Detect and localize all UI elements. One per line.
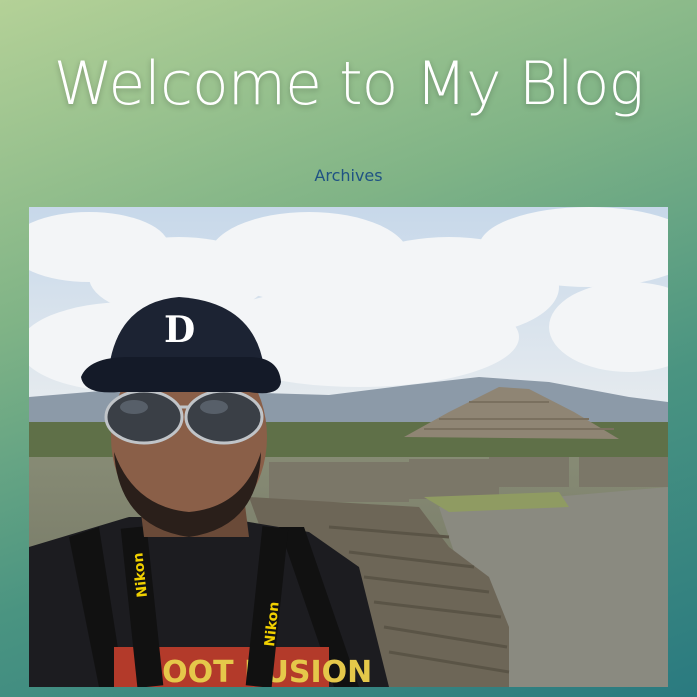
selfie-photo: ROOT FUSION Nikon Nikon D <box>29 207 668 687</box>
page-title: Welcome to My Blog <box>53 49 645 119</box>
main-nav: Archives <box>0 166 697 185</box>
cap-logo: D <box>164 309 195 351</box>
post-image[interactable]: ROOT FUSION Nikon Nikon D <box>29 207 668 687</box>
nav-link-archives[interactable]: Archives <box>314 166 382 185</box>
cap-brim <box>81 357 281 394</box>
